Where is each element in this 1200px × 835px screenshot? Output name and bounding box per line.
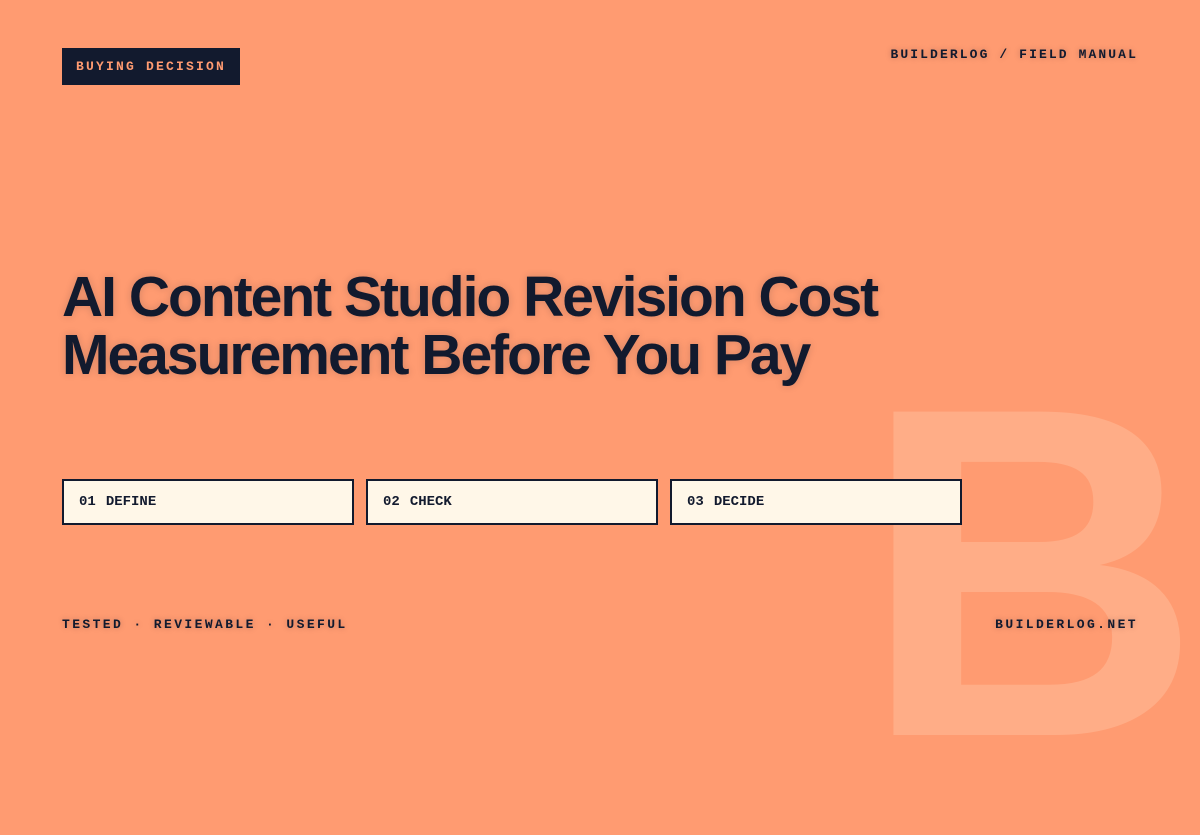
step-define: 01 DEFINE bbox=[62, 479, 354, 525]
category-badge: BUYING DECISION bbox=[62, 48, 241, 85]
title-line-2: Measurement Before You Pay bbox=[62, 323, 811, 387]
footer-site-link[interactable]: BUILDERLOG.NET bbox=[995, 617, 1138, 632]
step-number: 03 bbox=[687, 494, 704, 510]
step-check: 02 CHECK bbox=[366, 479, 658, 525]
watermark-letter: B bbox=[862, 310, 1200, 835]
step-label: CHECK bbox=[409, 494, 452, 510]
publication-label: BUILDERLOG / FIELD MANUAL bbox=[890, 47, 1138, 62]
step-label: DEFINE bbox=[105, 494, 157, 510]
step-decide: 03 DECIDE bbox=[670, 479, 962, 525]
footer-tagline: TESTED · REVIEWABLE · USEFUL bbox=[62, 617, 348, 632]
step-number: 02 bbox=[383, 494, 400, 510]
title-line-1: AI Content Studio Revision Cost bbox=[62, 265, 879, 329]
step-number: 01 bbox=[79, 494, 96, 510]
step-list: 01 DEFINE 02 CHECK 03 DECIDE bbox=[62, 479, 962, 525]
page-title: AI Content Studio Revision Cost Measurem… bbox=[62, 268, 1062, 384]
step-label: DECIDE bbox=[713, 494, 765, 510]
